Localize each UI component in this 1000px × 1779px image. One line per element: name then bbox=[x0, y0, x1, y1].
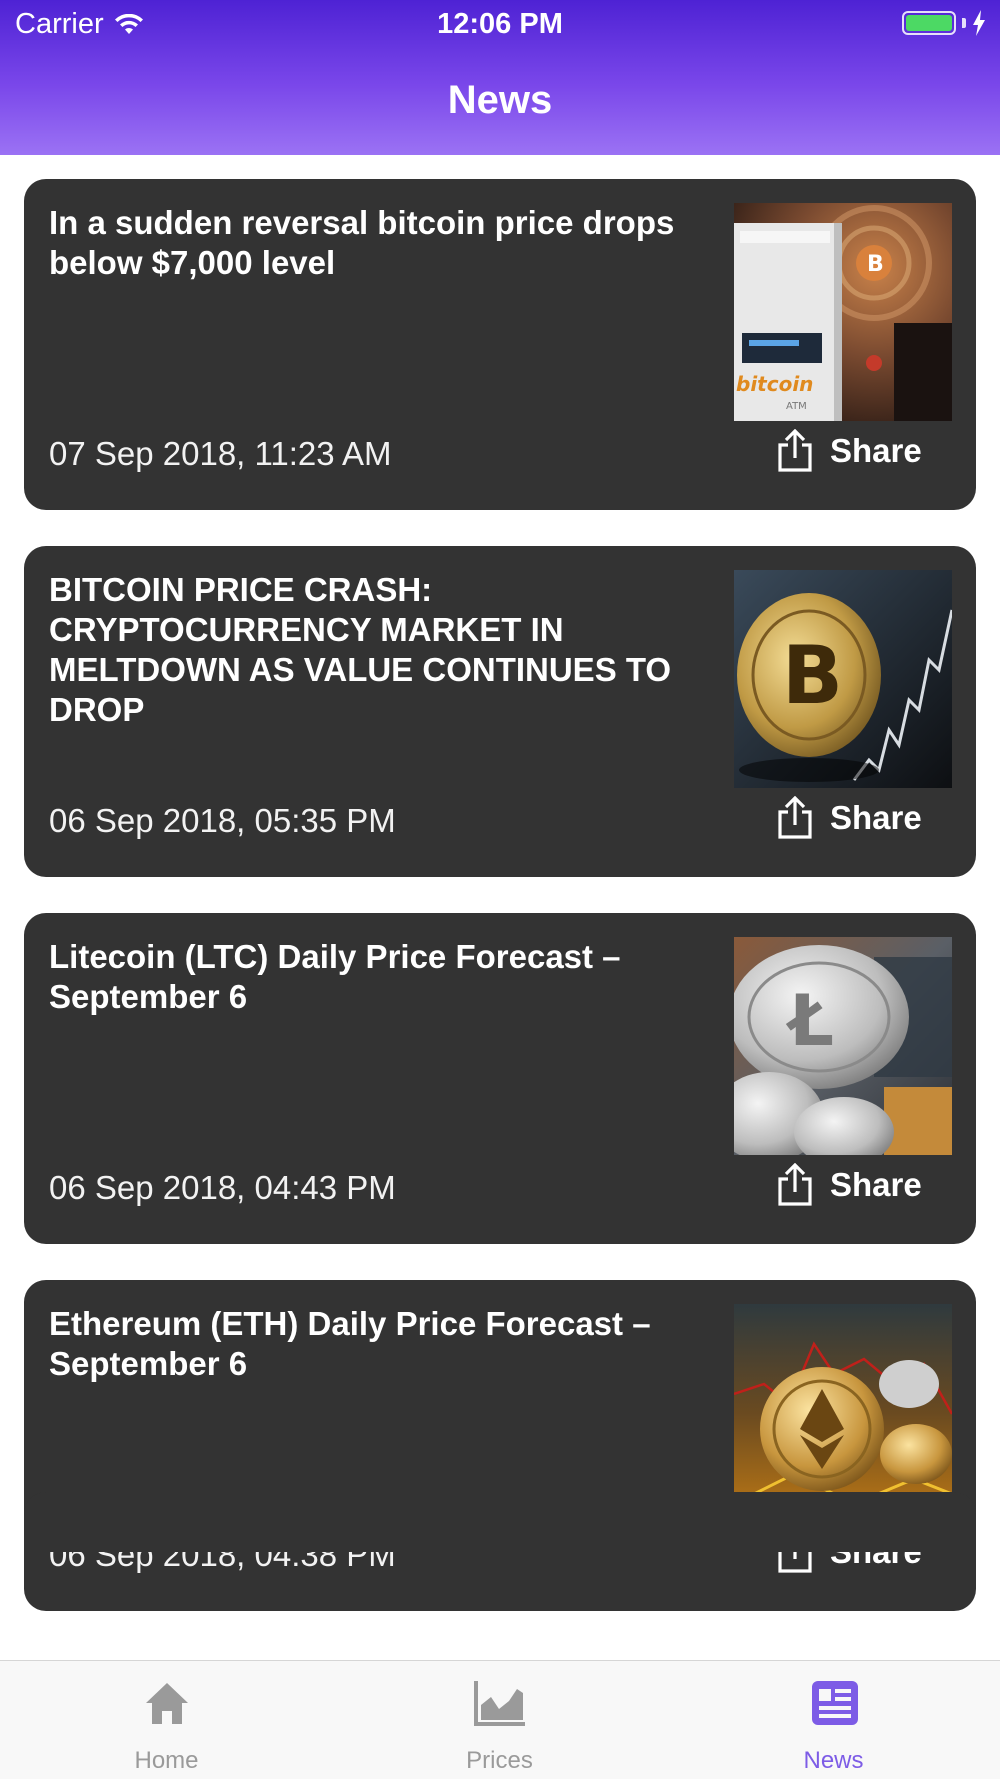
area-chart-icon bbox=[473, 1681, 525, 1726]
share-button[interactable]: Share bbox=[774, 429, 922, 473]
svg-text:bitcoin: bitcoin bbox=[736, 372, 813, 396]
news-card[interactable]: In a sudden reversal bitcoin price drops… bbox=[24, 179, 976, 510]
news-title: Ethereum (ETH) Daily Price Forecast – Se… bbox=[49, 1305, 651, 1382]
news-date: 06 Sep 2018, 05:35 PM bbox=[49, 802, 396, 839]
news-title: BITCOIN PRICE CRASH: CRYPTOCURRENCY MARK… bbox=[49, 571, 672, 728]
tab-prices[interactable]: Prices bbox=[333, 1661, 666, 1779]
share-button[interactable]: Share bbox=[774, 796, 922, 840]
bitcoin-coin-photo: B bbox=[734, 570, 952, 788]
news-date: 06 Sep 2018, 04:43 PM bbox=[49, 1169, 396, 1206]
ethereum-coins-photo bbox=[734, 1304, 952, 1522]
page-title: News bbox=[447, 78, 553, 122]
tab-news[interactable]: News bbox=[667, 1661, 1000, 1779]
news-feed[interactable]: In a sudden reversal bitcoin price drops… bbox=[0, 155, 1000, 1660]
svg-text:Ł: Ł bbox=[785, 980, 834, 1062]
news-card-partial[interactable] bbox=[24, 1492, 976, 1552]
share-label: Share bbox=[830, 1166, 922, 1203]
tab-prices-label: Prices bbox=[466, 1747, 533, 1774]
svg-text:B: B bbox=[782, 629, 843, 722]
navigation-header: Carrier 12:06 PM News bbox=[0, 0, 1000, 155]
tab-bar: Home Prices News bbox=[0, 1660, 1000, 1779]
tab-news-label: News bbox=[803, 1747, 864, 1774]
svg-text:ATM: ATM bbox=[786, 401, 807, 412]
bitcoin-atm-photo: B bitcoin ATM bbox=[734, 203, 952, 421]
news-title: In a sudden reversal bitcoin price drops… bbox=[49, 204, 675, 281]
tab-home-label: Home bbox=[134, 1747, 199, 1774]
newspaper-icon bbox=[811, 1681, 858, 1725]
news-date: 07 Sep 2018, 11:23 AM bbox=[49, 435, 392, 472]
status-time: 12:06 PM bbox=[437, 8, 563, 40]
home-icon bbox=[145, 1683, 188, 1724]
share-button[interactable]: Share bbox=[774, 1163, 922, 1207]
tab-home[interactable]: Home bbox=[0, 1661, 333, 1779]
share-icon bbox=[778, 429, 812, 472]
share-icon bbox=[778, 1163, 812, 1206]
charging-bolt-icon bbox=[973, 10, 985, 36]
battery-icon bbox=[902, 11, 956, 35]
battery-indicator bbox=[902, 10, 986, 36]
news-card[interactable]: Litecoin (LTC) Daily Price Forecast – Se… bbox=[24, 913, 976, 1244]
share-icon bbox=[778, 796, 812, 839]
news-title: Litecoin (LTC) Daily Price Forecast – Se… bbox=[49, 938, 621, 1015]
share-label: Share bbox=[830, 799, 922, 836]
share-label: Share bbox=[830, 432, 922, 469]
svg-text:B: B bbox=[867, 252, 884, 277]
news-card[interactable]: Ethereum (ETH) Daily Price Forecast – Se… bbox=[24, 1280, 976, 1611]
news-card[interactable]: BITCOIN PRICE CRASH: CRYPTOCURRENCY MARK… bbox=[24, 546, 976, 877]
litecoin-coins-photo: Ł bbox=[734, 937, 952, 1155]
